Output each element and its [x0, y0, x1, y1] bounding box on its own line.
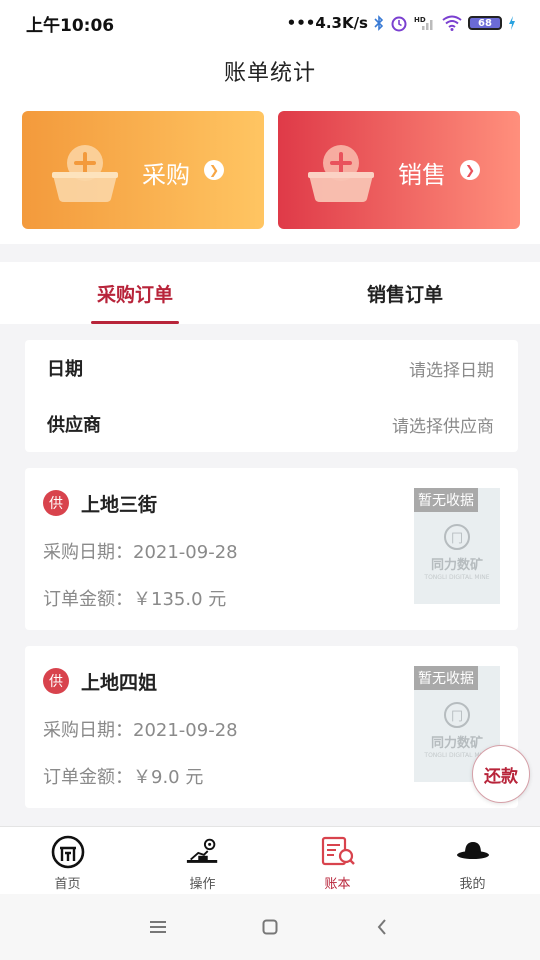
basket-add-icon [52, 145, 118, 202]
brand-name-en: TONGLI DIGITAL MINE [424, 574, 490, 581]
supplier-name: 上地四姐 [81, 672, 158, 694]
supplier-picker[interactable]: 请选择供应商 [392, 412, 494, 437]
nav-profile-label: 我的 [459, 877, 486, 892]
nav-operations-label: 操作 [189, 877, 216, 892]
page-title: 账单统计 [223, 61, 316, 86]
purchase-label: 采购 [142, 161, 190, 189]
purchase-card-button[interactable]: 采购 ❯ [22, 111, 264, 229]
order-amount: 订单金额：￥9.0 元 [43, 767, 204, 788]
brand-name: 同力数矿 [430, 736, 483, 751]
home-square-icon[interactable] [214, 919, 326, 935]
alarm-icon [390, 14, 408, 32]
order-card[interactable]: 供 上地三街 采购日期：2021-09-28 订单金额：￥135.0 元 暂无收… [25, 468, 518, 630]
tab-purchase-orders[interactable]: 采购订单 [0, 262, 270, 324]
nav-home[interactable]: 首页 [0, 827, 135, 894]
brand-logo-icon: 冂 [444, 524, 470, 550]
supplier-filter-label: 供应商 [47, 415, 101, 436]
repay-button[interactable]: 还款 [472, 745, 530, 803]
purchase-date: 采购日期：2021-09-28 [43, 720, 238, 741]
menu-lines-icon[interactable] [102, 920, 214, 934]
system-navigation-bar [0, 894, 540, 960]
filter-panel: 日期 请选择日期 供应商 请选择供应商 [25, 340, 518, 452]
date-filter-label: 日期 [47, 359, 83, 380]
order-tabs: 采购订单 销售订单 [0, 262, 540, 324]
app-header: 账单统计 [0, 46, 540, 96]
status-time: 上午10:06 [26, 15, 115, 36]
signal-hd-label: HD [414, 16, 426, 24]
entry-cards: 采购 ❯ 销售 ❯ [0, 96, 540, 244]
sales-label: 销售 [398, 161, 446, 189]
home-logo-icon [50, 835, 86, 869]
no-receipt-stamp: 暂无收据 [414, 666, 478, 690]
brand-logo-icon: 冂 [444, 702, 470, 728]
wifi-icon [442, 15, 462, 31]
status-icons: •••4.3K/s HD 68 [287, 14, 516, 32]
back-chevron-icon[interactable] [326, 919, 438, 935]
battery-indicator: 68 [468, 16, 502, 30]
receipt-thumbnail[interactable]: 暂无收据 冂 同力数矿 TONGLI DIGITAL MINE [414, 488, 500, 604]
bluetooth-icon [374, 15, 384, 31]
brand-name: 同力数矿 [430, 558, 483, 573]
chevron-right-icon: ❯ [460, 160, 480, 180]
supplier-badge: 供 [43, 490, 69, 516]
purchase-date: 采购日期：2021-09-28 [43, 542, 238, 563]
no-receipt-stamp: 暂无收据 [414, 488, 478, 512]
cellular-signal-icon: HD [414, 15, 436, 31]
network-speed: •••4.3K/s [286, 14, 368, 32]
date-filter-row[interactable]: 日期 请选择日期 [25, 340, 518, 396]
excavator-gear-icon [185, 835, 221, 869]
basket-add-icon [308, 145, 374, 202]
chevron-right-icon: ❯ [204, 160, 224, 180]
nav-operations[interactable]: 操作 [135, 827, 270, 894]
supplier-badge: 供 [43, 668, 69, 694]
nav-home-label: 首页 [54, 877, 81, 892]
nav-profile[interactable]: 我的 [405, 827, 540, 894]
date-picker[interactable]: 请选择日期 [409, 356, 494, 381]
supplier-name: 上地三街 [81, 494, 158, 516]
tab-sales-orders[interactable]: 销售订单 [270, 262, 540, 324]
status-bar: 上午10:06 •••4.3K/s HD 68 [0, 0, 540, 46]
supplier-filter-row[interactable]: 供应商 请选择供应商 [25, 396, 518, 452]
sales-card-button[interactable]: 销售 ❯ [278, 111, 520, 229]
bottom-navigation: 首页 操作 账本 我的 [0, 826, 540, 894]
hat-icon [455, 835, 491, 869]
order-card[interactable]: 供 上地四姐 采购日期：2021-09-28 订单金额：￥9.0 元 暂无收据 … [25, 646, 518, 808]
ledger-search-icon [320, 835, 356, 869]
charging-icon [508, 16, 516, 30]
nav-ledger-label: 账本 [324, 877, 351, 892]
order-amount: 订单金额：￥135.0 元 [43, 589, 227, 610]
nav-ledger[interactable]: 账本 [270, 827, 405, 894]
